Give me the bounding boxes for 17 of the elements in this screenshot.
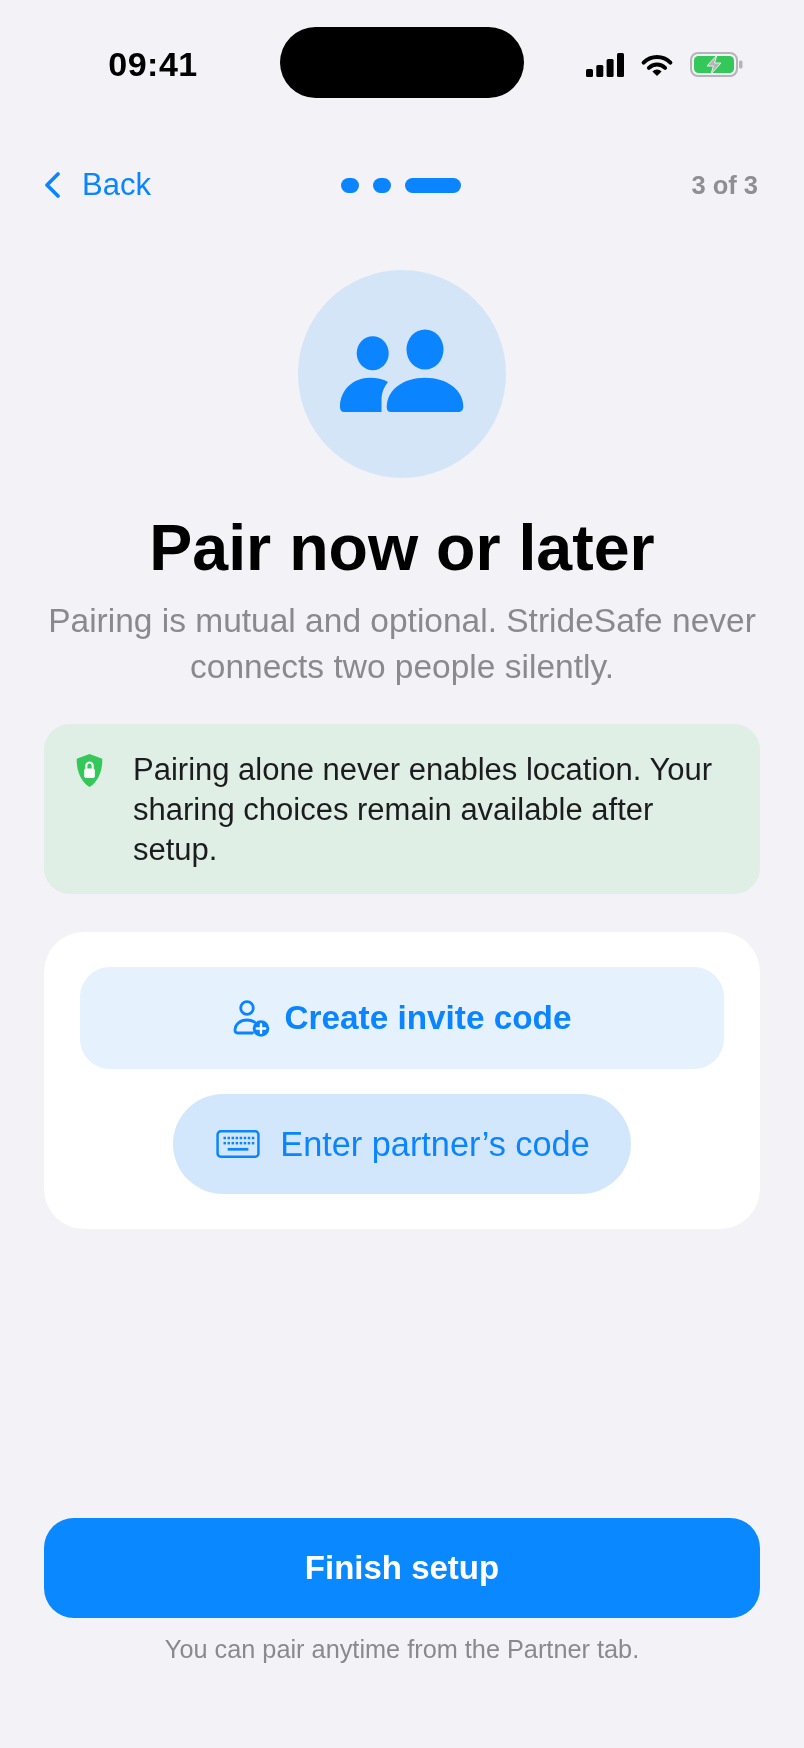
step-counter: 3 of 3 (691, 170, 758, 200)
back-button[interactable]: Back (44, 167, 151, 203)
finish-button[interactable]: Finish setup (44, 1518, 760, 1618)
signal-icon (586, 52, 624, 77)
notice-text: Pairing alone never enables location. Your sharing choices remain available after setup. (133, 751, 714, 870)
keyboard-icon (216, 1130, 261, 1159)
shield-lock-icon (75, 753, 104, 789)
page-subtitle: Pairing is mutual and optional. StrideSafe never connects two people silently. (47, 601, 757, 688)
chevron-left-icon (44, 172, 60, 198)
wifi-icon (640, 52, 674, 77)
status-time: 09:41 (108, 45, 198, 83)
code-entry-button[interactable]: Enter partner’s code (173, 1094, 631, 1195)
person-plus-icon (232, 999, 270, 1037)
footer-note: You can pair anytime from the Partner tab. (163, 1634, 641, 1664)
people-icon (298, 270, 506, 478)
invite-button[interactable]: Create invite code (80, 967, 724, 1070)
page-title: Pair now or later (148, 511, 656, 586)
